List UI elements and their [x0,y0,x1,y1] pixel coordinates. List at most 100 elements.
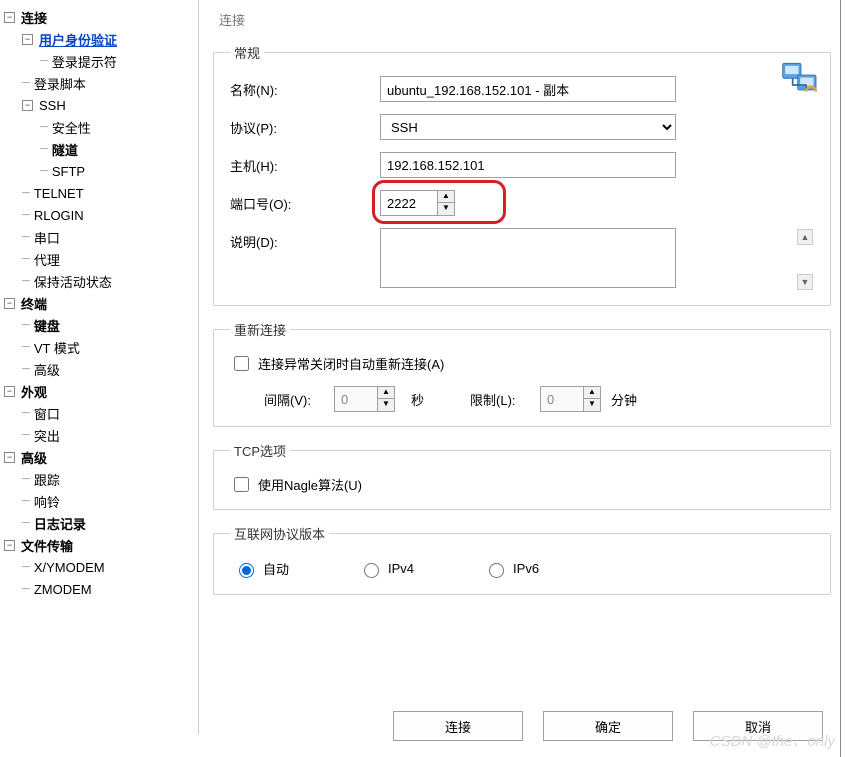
tree-item[interactable]: ┈X/YMODEM [0,556,198,578]
tree-branch-icon: ┈ [22,251,30,267]
tree-branch-icon: ┈ [22,207,30,223]
protocol-label: 协议(P): [230,118,380,137]
tree-item-label[interactable]: 用户身份验证 [37,29,119,50]
group-reconnect: 重新连接 连接异常关闭时自动重新连接(A) 间隔(V): ▲▼ 秒 限制(L):… [213,320,831,427]
port-down[interactable]: ▼ [438,203,454,215]
tree-item-label[interactable]: 保持活动状态 [32,271,114,292]
tree-toggle-icon[interactable]: − [4,540,15,551]
limit-up[interactable]: ▲ [584,387,600,399]
tree-item-label[interactable]: 窗口 [32,403,62,424]
scroll-down-icon[interactable]: ▼ [797,274,813,290]
tree-toggle-icon[interactable]: − [22,100,33,111]
tree-item-label[interactable]: 高级 [32,359,62,380]
legend-tcp: TCP选项 [230,441,290,460]
tree-item-label[interactable]: 高级 [19,447,49,468]
tree-item-label[interactable]: SFTP [50,163,87,180]
port-input[interactable] [381,191,437,215]
port-spinner[interactable]: ▲ ▼ [380,190,455,216]
interval-down[interactable]: ▼ [378,399,394,411]
tree-item[interactable]: ┈高级 [0,358,198,380]
tree-toggle-icon[interactable]: − [4,386,15,397]
tree-item-label[interactable]: RLOGIN [32,207,86,224]
name-input[interactable] [380,76,676,102]
tree-item[interactable]: −用户身份验证 [0,28,198,50]
auto-reconnect-checkbox[interactable] [234,356,249,371]
tree-item-label[interactable]: 外观 [19,381,49,402]
limit-down[interactable]: ▼ [584,399,600,411]
interval-input[interactable] [335,387,377,411]
tree-item[interactable]: ┈突出 [0,424,198,446]
tree-item[interactable]: ┈日志记录 [0,512,198,534]
tree-item[interactable]: −连接 [0,6,198,28]
tree-item-label[interactable]: 登录脚本 [32,73,88,94]
tree-item[interactable]: −终端 [0,292,198,314]
tree-branch-icon: ┈ [22,185,30,201]
tree-toggle-icon[interactable]: − [22,34,33,45]
tree-toggle-icon[interactable]: − [4,452,15,463]
tree-item[interactable]: ┈登录提示符 [0,50,198,72]
category-tree: −连接−用户身份验证┈登录提示符┈登录脚本−SSH┈安全性┈隧道┈SFTP┈TE… [0,0,199,734]
tree-item[interactable]: −文件传输 [0,534,198,556]
protocol-select[interactable]: SSH [380,114,676,140]
tree-item[interactable]: ┈VT 模式 [0,336,198,358]
limit-input[interactable] [541,387,583,411]
tree-item-label[interactable]: SSH [37,97,68,114]
ok-button[interactable]: 确定 [543,711,673,741]
tree-item[interactable]: ┈代理 [0,248,198,270]
tree-item-label[interactable]: 连接 [19,7,49,28]
tree-item[interactable]: ┈ZMODEM [0,578,198,600]
tree-branch-icon: ┈ [40,163,48,179]
tree-item-label[interactable]: 跟踪 [32,469,62,490]
tree-item-label[interactable]: VT 模式 [32,337,82,358]
tree-item[interactable]: ┈安全性 [0,116,198,138]
tree-item-label[interactable]: 响铃 [32,491,62,512]
tree-branch-icon: ┈ [22,317,30,333]
limit-spinner[interactable]: ▲▼ [540,386,601,412]
tree-item[interactable]: −SSH [0,94,198,116]
tree-item-label[interactable]: X/YMODEM [32,559,107,576]
tree-item[interactable]: ┈响铃 [0,490,198,512]
tree-item-label[interactable]: ZMODEM [32,581,94,598]
tree-item[interactable]: ┈隧道 [0,138,198,160]
host-input[interactable] [380,152,676,178]
tree-item-label[interactable]: 代理 [32,249,62,270]
tree-item-label[interactable]: 隧道 [50,139,80,160]
tree-item-label[interactable]: 突出 [32,425,62,446]
cancel-button[interactable]: 取消 [693,711,823,741]
tree-item[interactable]: −外观 [0,380,198,402]
tree-branch-icon: ┈ [22,493,30,509]
tree-toggle-icon[interactable]: − [4,12,15,23]
tree-item[interactable]: ┈串口 [0,226,198,248]
desc-textarea[interactable] [380,228,676,288]
tree-item-label[interactable]: 终端 [19,293,49,314]
port-up[interactable]: ▲ [438,191,454,203]
tree-item-label[interactable]: 日志记录 [32,513,88,534]
interval-spinner[interactable]: ▲▼ [334,386,395,412]
tree-toggle-icon[interactable]: − [4,298,15,309]
tree-item[interactable]: ┈保持活动状态 [0,270,198,292]
tree-branch-icon: ┈ [22,361,30,377]
tree-item-label[interactable]: 安全性 [50,117,93,138]
scroll-up-icon[interactable]: ▲ [797,229,813,245]
tree-item[interactable]: ┈TELNET [0,182,198,204]
tree-item-label[interactable]: 文件传输 [19,535,75,556]
radio-ipv6[interactable]: IPv6 [484,560,539,578]
interval-up[interactable]: ▲ [378,387,394,399]
tree-item[interactable]: ┈SFTP [0,160,198,182]
radio-ipv4[interactable]: IPv4 [359,560,414,578]
tree-item-label[interactable]: TELNET [32,185,86,202]
window-border [840,0,845,757]
tree-branch-icon: ┈ [22,75,30,91]
radio-auto[interactable]: 自动 [234,559,289,578]
tree-item-label[interactable]: 串口 [32,227,62,248]
tree-item-label[interactable]: 登录提示符 [50,51,119,72]
tree-item[interactable]: ┈登录脚本 [0,72,198,94]
nagle-checkbox[interactable] [234,477,249,492]
tree-item[interactable]: ┈窗口 [0,402,198,424]
connect-button[interactable]: 连接 [393,711,523,741]
tree-item[interactable]: ┈键盘 [0,314,198,336]
tree-item[interactable]: −高级 [0,446,198,468]
tree-item[interactable]: ┈跟踪 [0,468,198,490]
tree-item[interactable]: ┈RLOGIN [0,204,198,226]
tree-item-label[interactable]: 键盘 [32,315,62,336]
